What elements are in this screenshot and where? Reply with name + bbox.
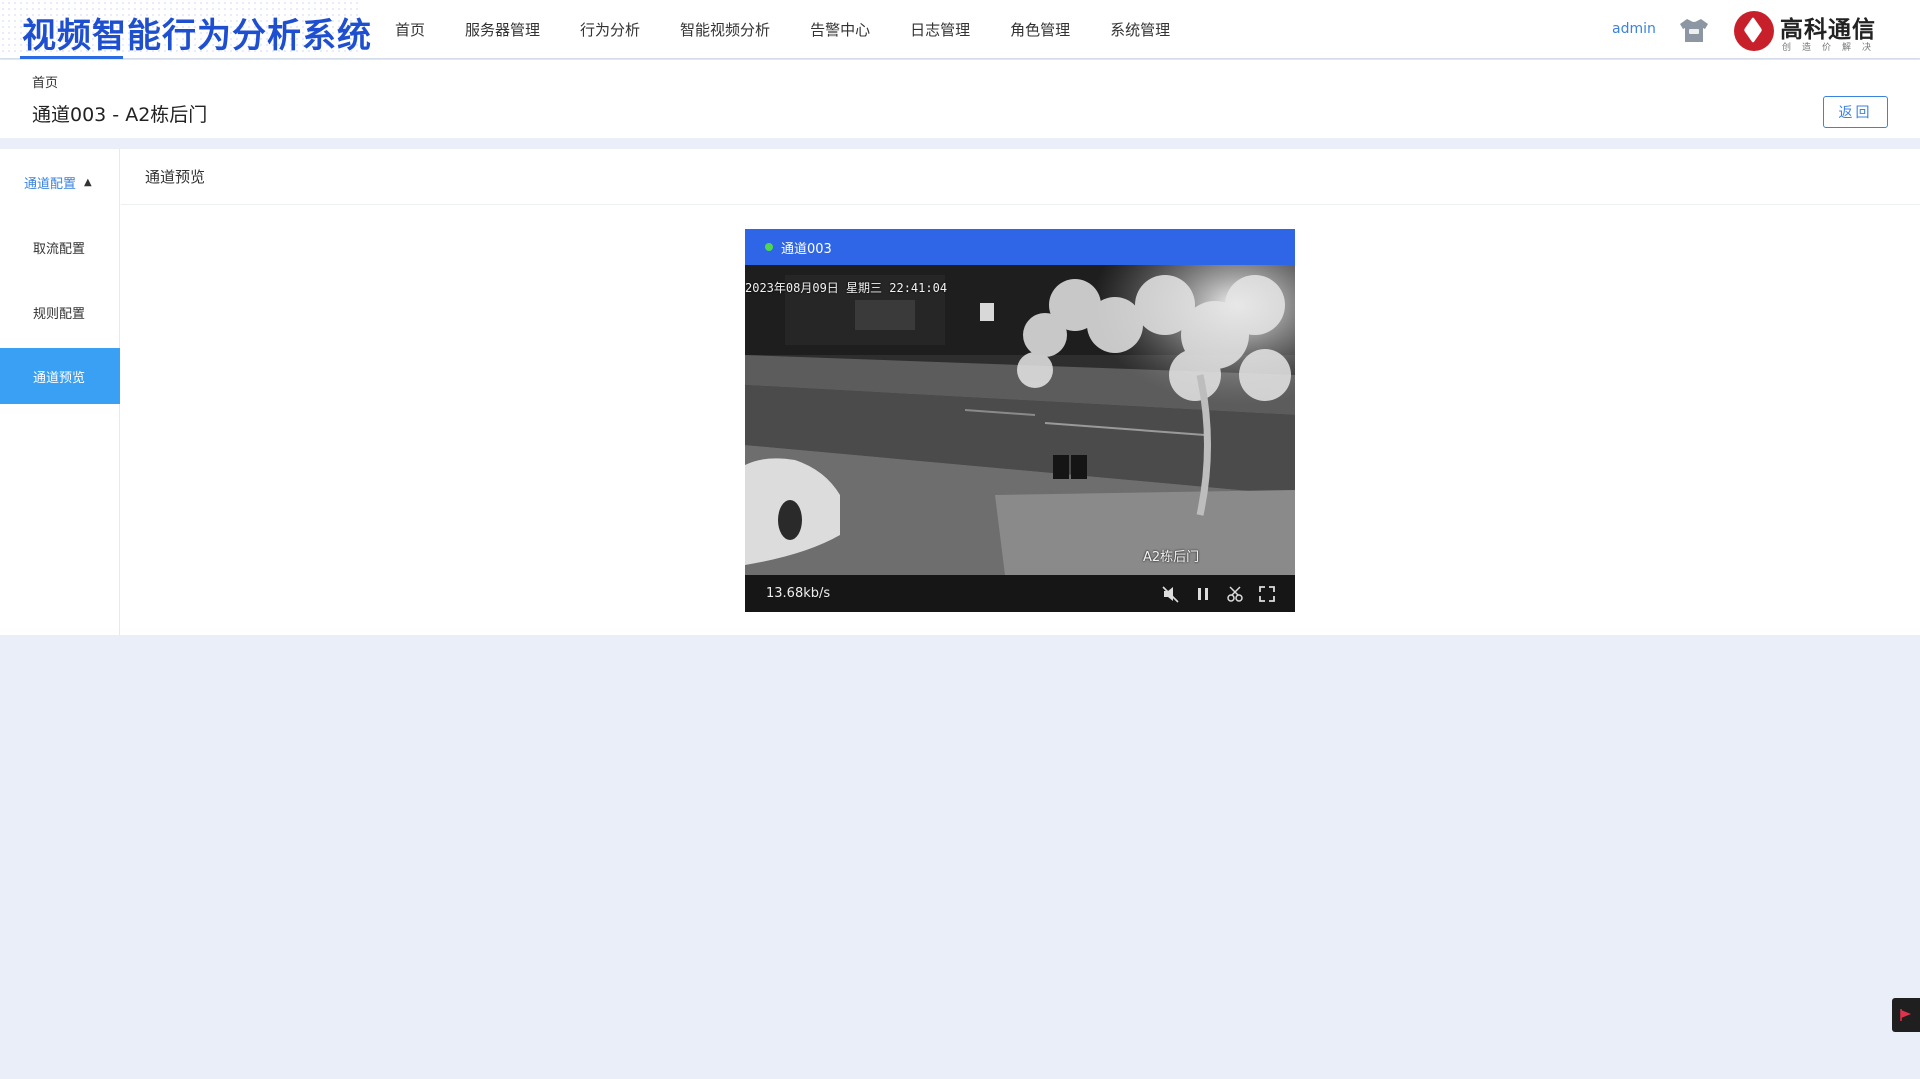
nav-item-system-management[interactable]: 系统管理 <box>1110 19 1170 40</box>
main-nav: 首页 服务器管理 行为分析 智能视频分析 告警中心 日志管理 角色管理 系统管理 <box>375 0 1190 59</box>
osd-timestamp: 2023年08月09日 星期三 22:41:04 <box>745 281 948 295</box>
nav-item-role-management[interactable]: 角色管理 <box>1010 19 1070 40</box>
bitrate-readout: 13.68kb/s <box>766 586 831 601</box>
user-avatar-icon[interactable] <box>1676 16 1712 44</box>
sidebar-item-channel-preview[interactable]: 通道预览 <box>0 348 120 404</box>
player-header: 通道003 <box>745 229 1295 265</box>
channel-name: 通道003 <box>781 241 832 257</box>
top-navbar: 视频智能行为分析系统 首页 服务器管理 行为分析 智能视频分析 告警中心 日志管… <box>0 0 1920 59</box>
osd-location-label: A2栋后门 <box>1143 550 1200 565</box>
back-button[interactable]: 返回 <box>1823 96 1888 128</box>
floating-flag-button[interactable] <box>1892 998 1920 1032</box>
nav-item-server-management[interactable]: 服务器管理 <box>465 19 540 40</box>
sidebar-item-label: 取流配置 <box>33 241 86 257</box>
nav-item-behavior-analysis[interactable]: 行为分析 <box>580 19 640 40</box>
sidebar-group-label: 通道配置 <box>24 176 77 192</box>
screenshot-icon[interactable] <box>1225 584 1245 604</box>
nav-item-home[interactable]: 首页 <box>395 19 425 40</box>
fullscreen-icon[interactable] <box>1257 584 1277 604</box>
sidebar-item-rule-config[interactable]: 规则配置 <box>0 284 120 340</box>
page-title: 通道003 - A2栋后门 <box>32 104 208 126</box>
title-underline <box>20 56 123 59</box>
sidebar-item-stream-config[interactable]: 取流配置 <box>0 219 120 275</box>
camera-feed-image <box>745 265 1295 575</box>
brand-tagline: 创造价解决 <box>1782 43 1883 53</box>
video-frame[interactable]: 2023年08月09日 星期三 22:41:04 A2栋后门 <box>745 265 1295 575</box>
brand-logo-icon <box>1734 11 1774 51</box>
flag-icon <box>1900 1009 1911 1021</box>
nav-item-log-management[interactable]: 日志管理 <box>910 19 970 40</box>
breadcrumb[interactable]: 首页 <box>32 72 58 91</box>
sidebar-group-channel-config[interactable]: 通道配置 ▲ <box>0 165 120 199</box>
nav-item-alarm-center[interactable]: 告警中心 <box>810 19 870 40</box>
page-header: 首页 通道003 - A2栋后门 返回 <box>0 60 1920 138</box>
chevron-up-icon: ▲ <box>84 176 92 188</box>
video-player[interactable]: 通道003 2023年08月09日 星期三 22:41:04 A2栋后门 13.… <box>745 229 1295 612</box>
sidebar-item-label: 通道预览 <box>33 370 86 386</box>
online-status-dot <box>765 243 773 251</box>
sidebar-item-label: 规则配置 <box>33 306 86 322</box>
nav-item-smart-video-analysis[interactable]: 智能视频分析 <box>680 19 770 40</box>
pause-icon[interactable] <box>1193 584 1213 604</box>
section-title: 通道预览 <box>121 149 1920 205</box>
mute-icon[interactable] <box>1161 584 1181 604</box>
username-link[interactable]: admin <box>1612 21 1656 37</box>
player-control-bar: 13.68kb/s <box>745 575 1295 612</box>
sidebar: 通道配置 ▲ 取流配置 规则配置 通道预览 <box>0 149 120 635</box>
brand-name: 高科通信 <box>1780 17 1876 43</box>
app-title: 视频智能行为分析系统 <box>22 16 372 56</box>
